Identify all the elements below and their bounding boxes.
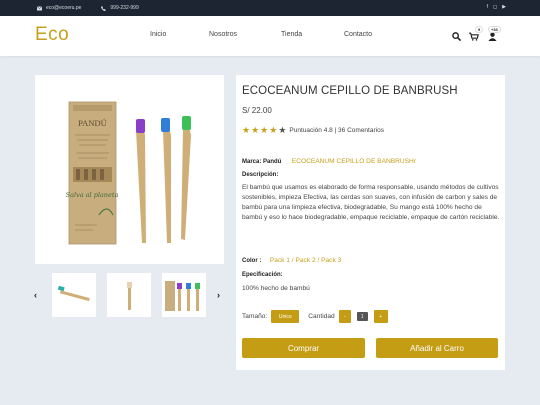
cart-icon[interactable] xyxy=(469,32,479,41)
qty-minus-button[interactable]: - xyxy=(338,310,351,323)
top-bar: eco@ecoeru.pe 999-232-999 f ◻ ▶ xyxy=(0,0,540,16)
description-text: El bambú que usamos es elaborado de form… xyxy=(242,184,500,221)
star-icon: ★ xyxy=(278,125,287,135)
buy-button[interactable]: Comprar xyxy=(242,338,365,358)
spec-label: Epecificación: xyxy=(242,272,283,278)
thumbnail-3[interactable] xyxy=(162,273,206,317)
product-title: ECOCEANUM CEPILLO DE BANBRUSH xyxy=(242,85,458,97)
color-row: Color : Pack 1 / Pack 2 / Pack 3 xyxy=(242,249,341,267)
user-badge: +33 xyxy=(488,26,501,33)
thumb-next-arrow[interactable]: › xyxy=(217,290,220,300)
user-icon[interactable] xyxy=(488,32,497,41)
star-icon: ★ xyxy=(242,125,251,135)
box-slogan: Salva al planeta xyxy=(66,191,119,199)
nav-contacto[interactable]: Contacto xyxy=(344,31,372,38)
cart-badge: 9 xyxy=(475,26,484,33)
nav-inicio[interactable]: Inicio xyxy=(150,31,166,38)
rating-text: Puntuación 4.8 | 36 Comentarios xyxy=(289,126,384,134)
facebook-icon[interactable]: f xyxy=(487,4,488,10)
thumbnail-3-image xyxy=(165,281,200,311)
brand-label: Marca: Pandú xyxy=(242,159,282,165)
box-brand: PANDÚ xyxy=(78,118,107,128)
options-row: Tamaño: Unico Cantidad - 1 + xyxy=(242,310,388,323)
color-label: Color : xyxy=(242,258,262,264)
mail-icon xyxy=(37,5,42,10)
youtube-icon[interactable]: ▶ xyxy=(502,4,506,10)
phone-icon xyxy=(101,5,107,11)
phone-link[interactable]: 999-232-999 xyxy=(110,5,138,11)
star-icon: ★ xyxy=(251,125,260,135)
size-label: Tamaño: xyxy=(242,312,268,320)
star-icon: ★ xyxy=(269,125,278,135)
product-price: S/ 22.00 xyxy=(242,106,272,115)
logo[interactable]: Eco xyxy=(35,24,69,46)
star-icon: ★ xyxy=(260,125,269,135)
thumbnail-2[interactable] xyxy=(107,273,151,317)
size-option-button[interactable]: Unico xyxy=(271,310,300,323)
nav-nosotros[interactable]: Nosotros xyxy=(209,31,237,38)
qty-value[interactable]: 1 xyxy=(356,312,368,321)
instagram-icon[interactable]: ◻ xyxy=(493,4,497,10)
qty-label: Cantidad xyxy=(308,312,335,320)
search-icon[interactable] xyxy=(452,32,461,41)
thumb-prev-arrow[interactable]: ‹ xyxy=(34,290,37,300)
thumbnail-1[interactable] xyxy=(52,273,96,317)
product-image[interactable]: PANDÚ Salva al planeta xyxy=(35,75,224,264)
product-image-card: PANDÚ Salva al planeta xyxy=(35,75,224,264)
description-label: Descripción: xyxy=(242,172,279,178)
product-details-card: ECOCEANUM CEPILLO DE BANBRUSH S/ 22.00 ★… xyxy=(236,75,505,370)
contact-info: eco@ecoeru.pe 999-232-999 xyxy=(37,5,139,11)
qty-plus-button[interactable]: + xyxy=(373,310,388,323)
color-options[interactable]: Pack 1 / Pack 2 / Pack 3 xyxy=(270,257,341,264)
brand-link[interactable]: ECOCEANUM CEPILLO DE BANBRUSHr xyxy=(292,158,416,165)
email-link[interactable]: eco@ecoeru.pe xyxy=(46,5,81,11)
thumbnail-2-image xyxy=(127,282,132,310)
add-to-cart-button[interactable]: Añadir al Carro xyxy=(376,338,498,358)
social-links: f ◻ ▶ xyxy=(487,4,506,10)
main-header: Eco Inicio Nosotros Tienda Contacto 9 +3… xyxy=(0,16,540,56)
thumbnail-1-image xyxy=(57,285,90,302)
brand-row: Marca: Pandú ECOCEANUM CEPILLO DE BANBRU… xyxy=(242,150,416,168)
rating: ★ ★ ★ ★ ★ Puntuación 4.8 | 36 Comentario… xyxy=(242,125,384,135)
nav-tienda[interactable]: Tienda xyxy=(281,31,302,38)
spec-text: 100% hecho de bambú xyxy=(242,285,310,292)
